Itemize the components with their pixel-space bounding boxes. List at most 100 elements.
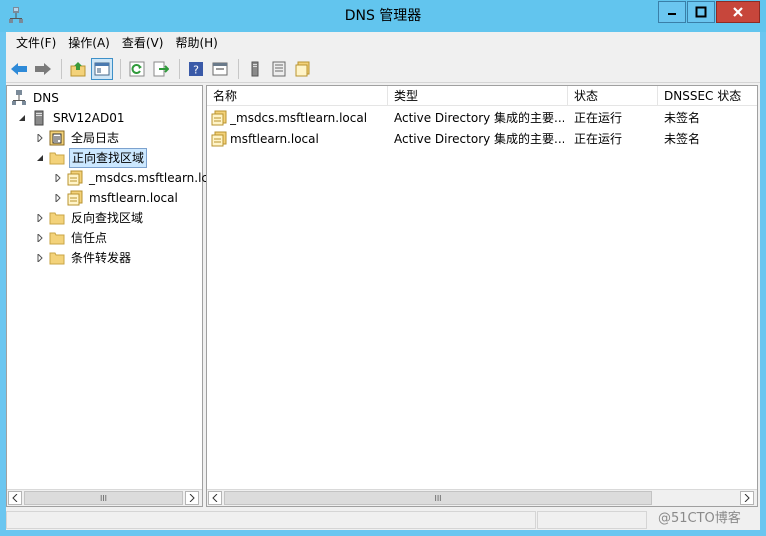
tree-label: SRV12AD01 [53,111,125,125]
column-header-type[interactable]: 类型 [388,86,568,106]
window-frame: 文件(F) 操作(A) 查看(V) 帮助(H) ? DNS SRV12AD01 … [6,32,760,530]
properties-button[interactable] [209,58,231,80]
help-button[interactable]: ? [185,58,207,80]
up-one-level-button[interactable] [67,58,89,80]
tree-item-zone-msdcs[interactable]: _msdcs.msftlearn.lc [53,168,210,188]
cell-status: 正在运行 [574,111,623,125]
menu-bar: 文件(F) 操作(A) 查看(V) 帮助(H) [6,32,760,54]
scroll-left-button[interactable] [208,491,222,505]
title-bar: DNS 管理器 [0,0,766,32]
result-pane[interactable]: 名称 类型 状态 DNSSEC 状态 _msdcs.msftlearn.loca… [206,85,758,507]
table-row[interactable]: _msdcs.msftlearn.local Active Directory … [207,108,757,129]
status-bar [6,509,760,530]
close-icon [733,7,743,17]
column-header-status[interactable]: 状态 [568,86,658,106]
table-row[interactable]: msftlearn.local Active Directory 集成的主要..… [207,129,757,150]
tree-item-conditional-forwarders[interactable]: 条件转发器 [35,248,133,268]
maximize-icon [695,6,707,18]
tree-item-trust-points[interactable]: 信任点 [35,228,109,248]
toolbar-separator [179,58,180,79]
back-icon [11,62,27,75]
collapsed-arrow-icon[interactable] [53,193,63,203]
zone-icon [67,170,83,186]
svg-text:?: ? [193,63,199,76]
server-icon [251,61,259,76]
chevron-left-icon [212,494,218,502]
expanded-arrow-icon[interactable] [17,113,27,123]
chevron-right-icon [744,494,750,502]
list-header: 名称 类型 状态 DNSSEC 状态 [207,86,757,106]
refresh-icon [129,61,145,76]
zone-icon [67,190,83,206]
collapsed-arrow-icon[interactable] [35,253,45,263]
forward-button[interactable] [32,58,54,80]
minimize-icon [668,13,676,15]
refresh-button[interactable] [126,58,148,80]
menu-file[interactable]: 文件(F) [10,32,62,54]
server-button[interactable] [244,58,266,80]
close-button[interactable] [716,1,760,23]
console-tree-pane[interactable]: DNS SRV12AD01 全局日志 正向查找区域 _msdcs.msftlea… [6,85,208,507]
collapsed-arrow-icon[interactable] [35,213,45,223]
column-header-name[interactable]: 名称 [207,86,388,106]
dns-icon [11,90,27,106]
zone-icon [211,110,227,131]
forward-icon [35,62,51,75]
status-cell [6,511,536,529]
collapsed-arrow-icon[interactable] [35,233,45,243]
chevron-left-icon [12,494,18,502]
tree-item-server[interactable]: SRV12AD01 [17,108,127,128]
zone-list-icon [272,61,286,76]
tree-item-reverse-zones[interactable]: 反向查找区域 [35,208,145,228]
zone-list-button[interactable] [268,58,290,80]
scroll-left-button[interactable] [8,491,22,505]
tree-label: 正向查找区域 [69,148,148,168]
tree-item-dns[interactable]: DNS [11,88,61,108]
toolbar: ? [6,55,760,83]
tree-label: _msdcs.msftlearn.lc [89,171,209,185]
tree-label: 反向查找区域 [71,211,144,225]
tree-horizontal-scrollbar[interactable]: III [7,489,202,506]
cell-dnssec: 未签名 [664,111,701,125]
tree-item-global-log[interactable]: 全局日志 [35,128,121,148]
scroll-thumb[interactable]: III [224,491,652,505]
server-icon [31,110,47,126]
toolbar-separator [238,58,239,79]
minimize-button[interactable] [658,1,686,23]
collapsed-arrow-icon[interactable] [53,173,63,183]
export-list-button[interactable] [150,58,172,80]
toolbar-separator [120,58,121,79]
folder-icon [49,210,65,226]
tree-item-zone-msftlearn[interactable]: msftlearn.local [53,188,180,208]
menu-help[interactable]: 帮助(H) [169,32,223,54]
cell-name: msftlearn.local [230,132,319,146]
zone-folder-button[interactable] [292,58,314,80]
scroll-grip: III [434,493,442,503]
scroll-right-button[interactable] [185,491,199,505]
menu-action[interactable]: 操作(A) [62,32,116,54]
chevron-right-icon [189,494,195,502]
up-folder-icon [70,61,86,76]
column-header-dnssec[interactable]: DNSSEC 状态 [658,86,757,106]
cell-name: _msdcs.msftlearn.local [230,111,368,125]
zone-folder-icon [295,61,310,76]
menu-view[interactable]: 查看(V) [116,32,170,54]
tree-label: 条件转发器 [71,251,132,265]
show-hide-tree-icon [94,62,110,75]
window-title: DNS 管理器 [344,8,422,24]
show-hide-tree-button[interactable] [91,57,113,80]
maximize-button[interactable] [687,1,715,23]
scroll-right-button[interactable] [740,491,754,505]
tree-item-forward-zones[interactable]: 正向查找区域 [35,148,148,168]
help-icon: ? [189,61,203,76]
scroll-thumb[interactable]: III [24,491,183,505]
tree-label: msftlearn.local [89,191,178,205]
toolbar-separator [61,58,62,79]
folder-icon [49,230,65,246]
cell-dnssec: 未签名 [664,132,701,146]
back-button[interactable] [8,58,30,80]
list-horizontal-scrollbar[interactable]: III [207,489,757,506]
expanded-arrow-icon[interactable] [35,153,45,163]
collapsed-arrow-icon[interactable] [35,133,45,143]
cell-type: Active Directory 集成的主要... [394,132,564,146]
